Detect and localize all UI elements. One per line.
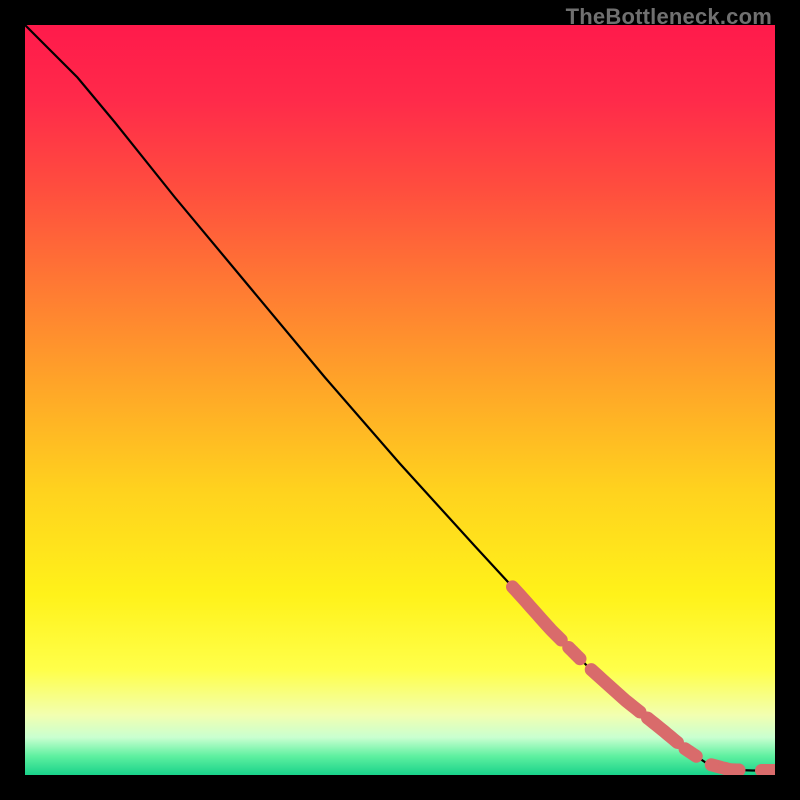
highlight-segment [724, 768, 739, 770]
highlight-segment [569, 648, 580, 659]
highlight-segment [648, 718, 678, 743]
highlight-segment [591, 670, 640, 712]
highlight-segment [685, 749, 696, 757]
highlight-group [513, 587, 776, 771]
curve-overlay [25, 25, 775, 775]
highlight-segment [513, 587, 562, 640]
plot-area [25, 25, 775, 775]
chart-frame: TheBottleneck.com [0, 0, 800, 800]
bottleneck-curve [25, 25, 775, 771]
